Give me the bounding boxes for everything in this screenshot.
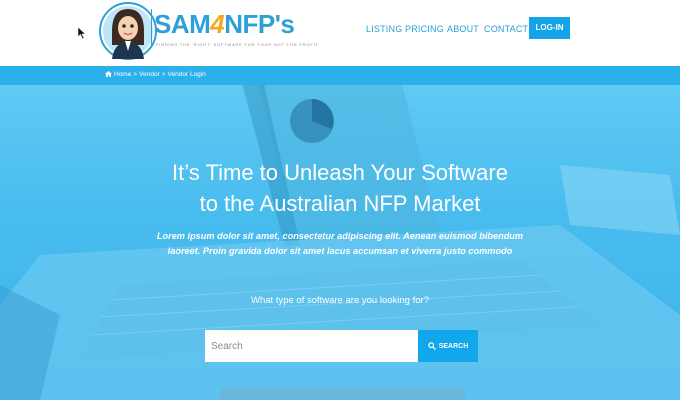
nav-pricing[interactable]: PRICING	[405, 24, 444, 34]
search-icon	[428, 342, 436, 350]
hero-section: It’s Time to Unleash Your Software to th…	[0, 85, 680, 400]
search-button-label: SEARCH	[438, 342, 469, 350]
site-logo[interactable]: SAM4NFP's FINDING THE 'RIGHT' SOFTWARE F…	[98, 1, 318, 61]
breadcrumb-bar: Home > Vendor > Vendor Login	[0, 66, 680, 85]
mouse-cursor-icon	[77, 26, 87, 40]
hero-title-line-1: It’s Time to Unleash Your Software	[172, 160, 508, 185]
home-icon	[105, 71, 112, 77]
breadcrumb-separator: >	[161, 71, 166, 78]
logo-wordmark: SAM4NFP's	[154, 9, 295, 40]
logo-wordmark-four: 4	[210, 9, 225, 39]
search-prompt: What type of software are you looking fo…	[251, 295, 429, 306]
breadcrumb-vendor-login: Vendor Login	[167, 71, 206, 78]
breadcrumb-vendor[interactable]: Vendor	[139, 71, 160, 78]
hero-title: It’s Time to Unleash Your Software to th…	[100, 157, 580, 219]
breadcrumb-separator: >	[133, 71, 138, 78]
hero-subtitle: Lorem ipsum dolor sit amet, consectetur …	[156, 231, 524, 256]
logo-tagline: FINDING THE 'RIGHT' SOFTWARE FOR YOUR NO…	[156, 42, 319, 47]
logo-wordmark-suffix: NFP's	[224, 9, 295, 39]
nav-contact[interactable]: CONTACT	[484, 24, 528, 34]
site-header: SAM4NFP's FINDING THE 'RIGHT' SOFTWARE F…	[0, 0, 680, 66]
search-button[interactable]: SEARCH	[418, 330, 478, 362]
logo-avatar-icon	[99, 2, 157, 60]
search-input[interactable]	[205, 330, 418, 362]
logo-wordmark-prefix: SAM	[154, 9, 211, 39]
hero-bottom-panel	[220, 387, 465, 400]
breadcrumb: Home > Vendor > Vendor Login	[105, 71, 206, 78]
login-button[interactable]: LOG-IN	[529, 17, 570, 39]
breadcrumb-home[interactable]: Home	[114, 71, 131, 78]
logo-divider	[151, 9, 152, 47]
nav-listing[interactable]: LISTING	[366, 24, 402, 34]
nav-about[interactable]: ABOUT	[447, 24, 479, 34]
hero-title-line-2: to the Australian NFP Market	[199, 191, 481, 216]
